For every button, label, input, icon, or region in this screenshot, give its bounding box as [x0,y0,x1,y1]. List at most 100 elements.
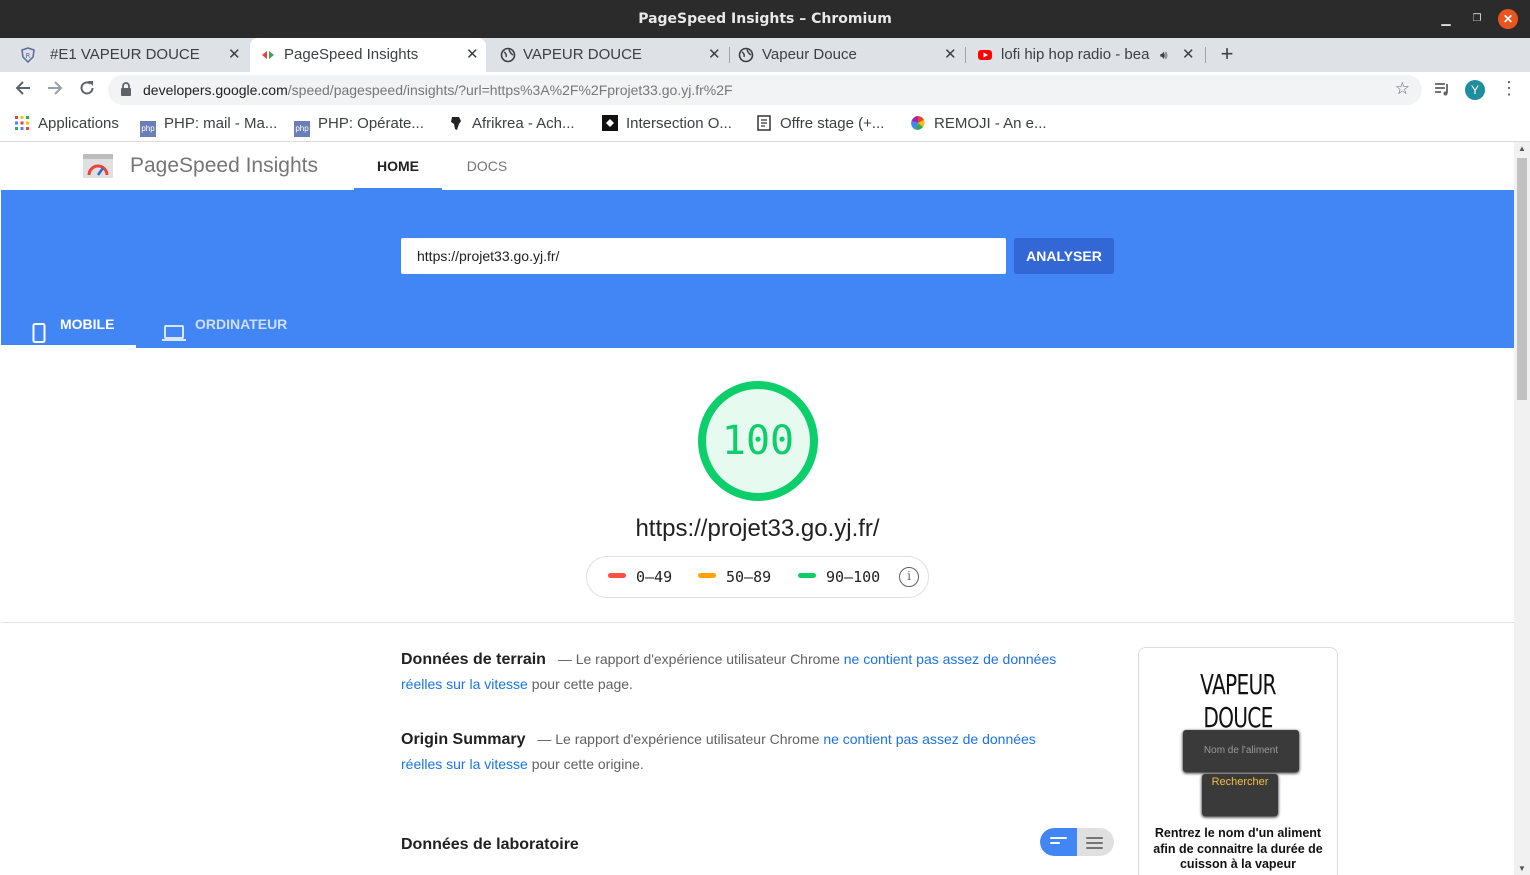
bookmark-label: REMOJI - An e... [934,115,1047,132]
close-tab-icon[interactable]: ✕ [708,38,721,72]
maximize-icon[interactable]: ❐ [1467,9,1487,29]
origin-summary-suffix: pour cette origine. [531,756,644,772]
thumbnail-text: Rentrez le nom d'un aliment afin de conn… [1153,826,1323,871]
url-path: /speed/pagespeed/insights/?url=https%3A%… [287,82,733,98]
nav-docs[interactable]: DOCS [443,142,531,190]
tab-label: lofi hip hop radio - bea [1001,46,1150,63]
tab-lofi-radio[interactable]: lofi hip hop radio - bea 🔊︎ ✕ [966,38,1206,72]
page-content: PageSpeed Insights HOME DOCS ANALYSER MO… [1,142,1514,875]
psi-header: PageSpeed Insights HOME DOCS [1,142,1514,190]
address-bar[interactable]: developers.google.com/speed/pagespeed/in… [108,75,1422,105]
page-scrollbar[interactable]: ▲ ▼ [1514,142,1530,875]
bookmark-intersection[interactable]: Intersection O... [602,114,732,134]
score-legend: 0–49 50–89 90–100 i [586,556,929,598]
bookmark-star-icon[interactable]: ☆ [1395,79,1410,99]
url-input[interactable] [401,238,1006,274]
bookmark-label: Offre stage (+... [780,115,885,132]
minimize-icon[interactable]: ▁ [1436,9,1456,29]
origin-summary-title: Origin Summary [401,731,526,748]
laptop-icon [162,314,186,362]
analyse-button[interactable]: ANALYSER [1014,238,1114,274]
youtube-icon [977,47,993,63]
page-screenshot-thumbnail: VAPEUR DOUCE Nom de l'aliment Rechercher… [1138,647,1338,875]
php-icon: php [294,121,310,137]
bookmark-php-operateurs[interactable]: php PHP: Opérate... [294,114,424,137]
smartphone-icon [32,314,46,362]
average-bar-icon [698,573,716,578]
tab-desktop-label: ORDINATEUR [195,316,288,332]
bookmark-remoji[interactable]: REMOJI - An e... [910,114,1047,134]
apps-grid-icon [14,115,30,131]
menu-icon[interactable]: ⋮ [1500,78,1518,99]
close-tab-icon[interactable]: ✕ [944,38,957,72]
tab-label: #E1 VAPEUR DOUCE [50,46,200,63]
tab-pagespeed-insights[interactable]: PageSpeed Insights ✕ [250,38,486,72]
field-data-suffix: pour cette page. [531,676,633,692]
thumbnail-title: VAPEUR DOUCE [1200,668,1276,734]
legend-fail-label: 0–49 [636,568,673,586]
scroll-up-icon[interactable]: ▲ [1518,144,1526,153]
view-toggle[interactable] [1040,828,1114,856]
browser-toolbar: developers.google.com/speed/pagespeed/in… [0,72,1530,108]
close-tab-icon[interactable]: ✕ [228,38,241,72]
close-tab-icon[interactable]: ✕ [1182,38,1195,72]
tab-desktop[interactable]: ORDINATEUR [136,300,296,348]
bookmark-label: Afrikrea - Ach... [472,115,575,132]
psi-brand[interactable]: PageSpeed Insights [130,154,318,178]
hero-banner: ANALYSER MOBILE ORDINATEUR [1,190,1514,348]
tab-label: PageSpeed Insights [284,46,419,63]
tab-vapeur-douce[interactable]: Vapeur Douce ✕ [730,38,966,72]
compact-list-icon [1050,837,1067,847]
color-wheel-icon [910,115,926,131]
reload-icon[interactable] [76,79,98,101]
new-tab-icon[interactable]: + [1216,38,1238,72]
tab-label: VAPEUR DOUCE [523,46,642,63]
back-icon[interactable] [12,79,34,101]
pagespeed-logo-icon[interactable] [83,154,113,178]
info-icon[interactable]: i [899,567,919,587]
close-tab-icon[interactable]: ✕ [466,38,479,72]
url-text[interactable]: developers.google.com/speed/pagespeed/in… [143,82,733,98]
media-controls-icon[interactable] [1433,80,1451,103]
nav-home[interactable]: HOME [354,142,442,190]
close-window-icon[interactable]: ✕ [1498,9,1518,29]
report-url: https://projet33.go.yj.fr/ [635,515,880,542]
legend-average-label: 50–89 [726,568,772,586]
speaker-icon[interactable]: 🔊︎ [1160,38,1168,72]
fail-bar-icon [608,573,626,578]
bookmark-afrikrea[interactable]: Afrikrea - Ach... [448,114,575,134]
scroll-down-icon[interactable]: ▼ [1518,864,1526,873]
tab-separator [1205,47,1206,63]
globe-icon [500,47,516,63]
bookmarks-bar: Applications php PHP: mail - Ma... php PHP… [0,108,1530,142]
pass-bar-icon [798,573,816,578]
bookmark-php-mail[interactable]: php PHP: mail - Ma... [140,114,277,137]
thumbnail-button: Rechercher [1202,774,1278,816]
lab-data-title: Données de laboratoire [401,836,579,853]
legend-average: 50–89 [698,568,771,586]
lock-icon[interactable] [120,82,132,96]
toggle-compact[interactable] [1040,828,1077,856]
legend-fail: 0–49 [608,568,672,586]
field-data-section: Données de terrain — Le rapport d'expéri… [401,647,1061,696]
tab-mobile[interactable]: MOBILE [1,300,136,348]
bookmark-offre-stage[interactable]: Offre stage (+... [756,114,884,134]
tab-e1-vapeur-douce[interactable]: R #E1 VAPEUR DOUCE ✕ [6,38,250,72]
window-title-bar: PageSpeed Insights – Chromium ▁ ❐ ✕ [0,0,1530,38]
pagespeed-icon [260,47,276,63]
profile-avatar[interactable]: Y [1465,80,1485,100]
expanded-list-icon[interactable] [1086,837,1103,852]
bookmark-label: Intersection O... [626,115,732,132]
field-data-title: Données de terrain [401,651,546,668]
bookmark-applications[interactable]: Applications [14,114,119,134]
scrollbar-thumb[interactable] [1517,158,1527,400]
forward-icon[interactable] [44,79,66,101]
document-icon [756,115,772,131]
section-divider [1,622,1514,623]
tab-vapeur-douce-upper[interactable]: VAPEUR DOUCE ✕ [486,38,730,72]
africa-icon [448,115,464,131]
tab-label: Vapeur Douce [762,46,857,63]
intersection-icon [602,115,618,131]
bookmark-label: Applications [38,115,119,132]
legend-pass: 90–100 [798,568,880,586]
